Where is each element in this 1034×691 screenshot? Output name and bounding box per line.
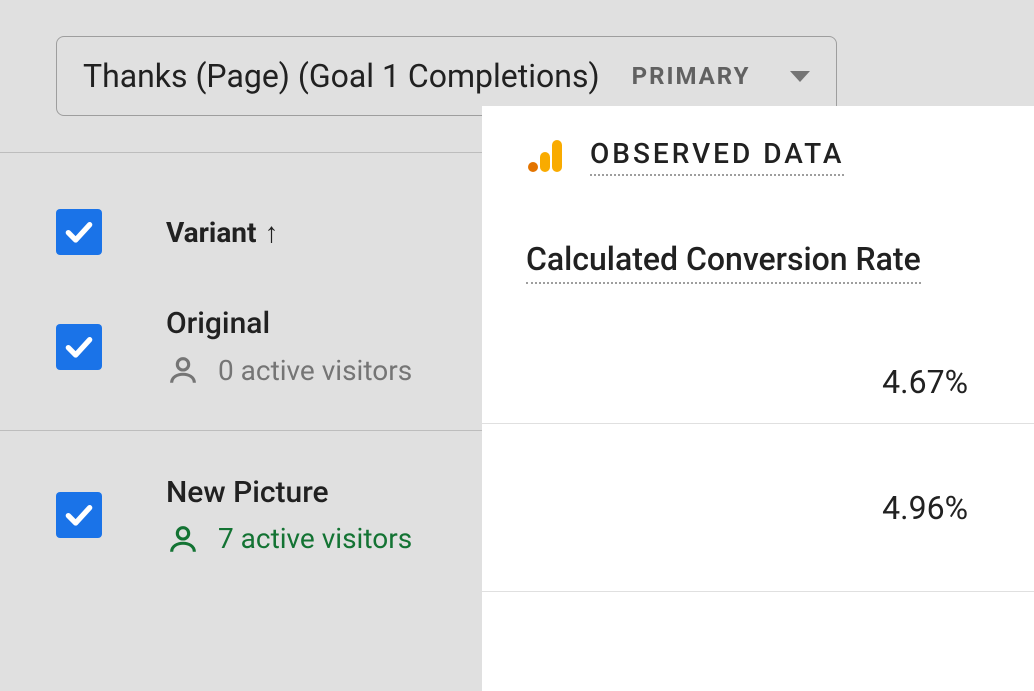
conversion-rate-value: 4.96% — [482, 424, 1034, 592]
variant-header-label: Variant — [166, 216, 256, 249]
analytics-icon — [526, 136, 566, 176]
person-icon — [166, 353, 200, 387]
visitors-info: 0 active visitors — [166, 353, 412, 387]
variant-name: New Picture — [166, 475, 412, 510]
sort-arrow-icon: ↑ — [264, 216, 278, 249]
variant-name: Original — [166, 306, 412, 341]
primary-label: PRIMARY — [632, 62, 751, 90]
visitors-text: 0 active visitors — [218, 354, 412, 387]
visitors-info: 7 active visitors — [166, 522, 412, 556]
chevron-down-icon — [790, 71, 810, 82]
conversion-rate-value: 4.67% — [482, 316, 1034, 424]
variant-cell[interactable]: Original 0 active visitors — [166, 306, 412, 387]
variant-cell[interactable]: New Picture 7 active visitors — [166, 475, 412, 556]
variant-header[interactable]: Variant ↑ — [166, 216, 278, 249]
person-icon — [166, 522, 200, 556]
conversion-rate-header: Calculated Conversion Rate — [526, 240, 921, 284]
observed-data-label: OBSERVED DATA — [590, 137, 844, 176]
select-all-checkbox[interactable] — [56, 209, 102, 255]
visitors-text: 7 active visitors — [218, 522, 412, 555]
goal-selector[interactable]: Thanks (Page) (Goal 1 Completions) PRIMA… — [56, 36, 837, 116]
observed-data-panel: OBSERVED DATA Calculated Conversion Rate… — [482, 106, 1034, 691]
goal-text: Thanks (Page) (Goal 1 Completions) — [83, 57, 600, 95]
row-checkbox[interactable] — [56, 324, 102, 370]
primary-dropdown[interactable]: PRIMARY — [632, 62, 811, 90]
row-checkbox[interactable] — [56, 492, 102, 538]
